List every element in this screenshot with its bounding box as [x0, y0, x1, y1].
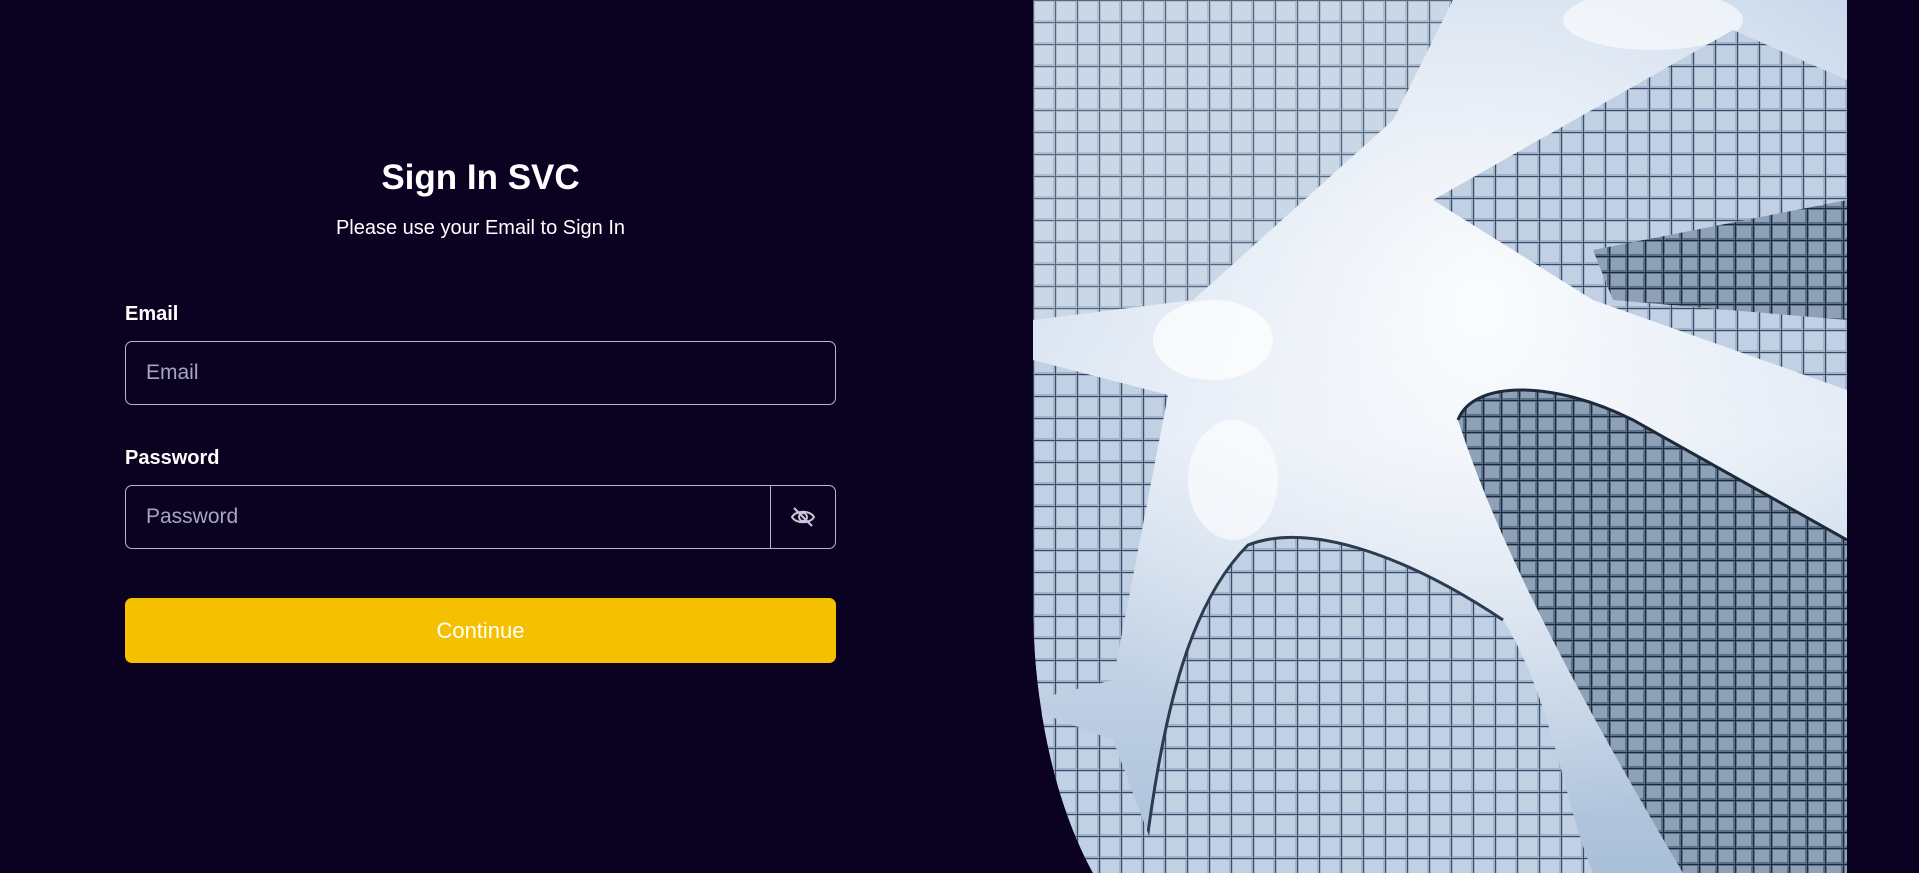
hero-image: [1033, 0, 1847, 873]
page-title: Sign In SVC: [381, 158, 580, 197]
email-field[interactable]: [126, 342, 835, 404]
skyscrapers-image: [1033, 0, 1847, 873]
sign-in-form: Sign In SVC Please use your Email to Sig…: [125, 0, 836, 873]
sign-in-page: Sign In SVC Please use your Email to Sig…: [0, 0, 1919, 873]
email-field-container: [125, 341, 836, 405]
password-label: Password: [125, 447, 220, 469]
password-field-container: [125, 485, 771, 549]
page-subtitle: Please use your Email to Sign In: [335, 217, 626, 239]
toggle-password-visibility-button[interactable]: [770, 485, 836, 549]
right-margin: [1847, 0, 1919, 873]
continue-button[interactable]: Continue: [125, 598, 836, 663]
password-field[interactable]: [126, 486, 770, 548]
eye-off-icon: [790, 507, 816, 527]
email-label: Email: [125, 303, 179, 325]
